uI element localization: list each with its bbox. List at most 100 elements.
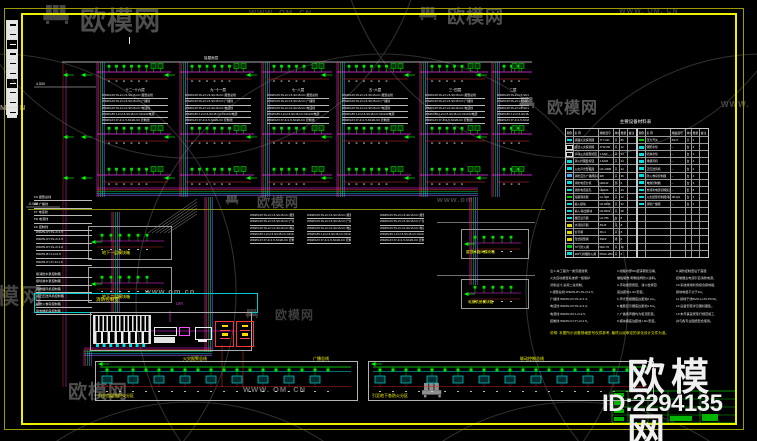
legend-symbol-icon — [567, 160, 572, 163]
legend-symbol-icon — [567, 138, 572, 142]
legend-cell: ZSJZ — [598, 222, 613, 229]
bus-mark — [240, 329, 250, 331]
legend-cell — [638, 222, 645, 228]
legend-cell: 4 — [691, 165, 699, 172]
legend-cell: 感烟火灾探测器 — [573, 137, 598, 144]
legend-cell — [691, 208, 699, 215]
legend-row: 消火栓报警按钮 J-SAM 只 24 — [566, 157, 636, 165]
cad-label: 广播总线 — [313, 356, 329, 361]
legend-cell: 备注 — [699, 129, 707, 137]
legend-row: 湿式报警阀 ZSFZ 组 2 — [566, 235, 636, 243]
legend-cell: FHF-70 — [598, 243, 613, 250]
legend-symbol-icon — [567, 209, 572, 213]
legend-cell: 70℃防火阀 — [573, 243, 598, 250]
legend-cell: 32 — [619, 200, 627, 208]
legend-cell — [699, 215, 708, 222]
legend-cell — [627, 172, 636, 179]
legend-cell — [627, 243, 636, 250]
bus-mark — [219, 338, 230, 339]
spec-line: WDZN-KYJY-4×1.5-SC20-CC 控制线 — [380, 238, 424, 245]
legend-symbol-icon — [566, 152, 573, 157]
legend-cell — [699, 243, 708, 250]
legend-symbol-icon — [567, 174, 572, 177]
note-line: 广播线:WDZN-RYJS-2×1.5, — [550, 297, 589, 302]
legend-symbol-icon — [567, 252, 572, 255]
annotation-line: 接电梯机房控制箱 — [36, 308, 92, 316]
note-line: 9.消防控制室设于首层, — [676, 269, 708, 273]
legend-cell — [566, 173, 573, 179]
cad-label: 联动控制总线 — [520, 356, 544, 361]
legend-cell: JTY-GD — [598, 137, 613, 144]
annotation-line: WDZN-KYJY-4×1.5 — [36, 259, 92, 267]
cad-label: 地下一层模块箱 — [102, 250, 130, 255]
legend-cell: 输入模块 — [573, 200, 598, 208]
legend-cell: 防火卷帘控制器 — [645, 172, 670, 179]
legend-row — [638, 214, 708, 222]
legend-cell — [638, 236, 645, 242]
legend-cell — [627, 144, 636, 151]
spec-line: WDZN-KYJY-4×1.5-SC20-CC 控制线 — [342, 118, 408, 125]
legend-cell — [566, 215, 573, 221]
elevation-label-top: 4.500 — [36, 82, 45, 86]
legend-cell: 规格型号 — [598, 129, 613, 137]
legend-cell — [699, 151, 708, 158]
interface-module-icon — [179, 327, 190, 336]
annotation-line: FT 电话线 — [34, 209, 92, 217]
note-line: 5.声光警报器底边距地2.2m。 — [617, 297, 658, 302]
module-box — [88, 226, 172, 260]
floor-spec-block: 三~四层 WDZN-RYJS-2×1.5-SC15-CC 报警总线 WDZN-RYJ… — [425, 88, 485, 125]
spec-line: WDZN-KYJY-4×1.5-SC20-CC 控制线 — [497, 118, 529, 125]
module-box — [461, 279, 529, 309]
legend-row: 消防电话分机 HD210 部 6 — [566, 178, 636, 186]
legend-row — [638, 249, 708, 257]
legend-cell: 名 称 — [573, 129, 598, 137]
legend-cell — [638, 201, 645, 207]
legend-cell: GL-100 — [598, 193, 613, 200]
notes-column: 注:1.本工程为一类高层建筑, 火灾自动报警系统按一级保护 对象设计,采用二总线制。… — [550, 268, 594, 325]
legend-half-table: 图例名 称规格型号单位数量备注感烟火灾探测器JTY-GD只86感温火灾探测器JT… — [565, 128, 637, 258]
legend-cell — [691, 236, 699, 243]
legend-cell — [670, 208, 685, 215]
note-line: 底边距地1.3m安装。 — [617, 290, 646, 295]
legend-row — [638, 228, 708, 236]
annotation-line: WDZN-RYJS-2×1.5 — [36, 236, 92, 244]
legend-row: 火灾报警控制器(联动型)JB-QG台1 — [638, 192, 708, 200]
legend-cell: 消防电话分机 — [573, 179, 598, 186]
legend-cell: 24 — [619, 186, 627, 193]
legend-symbol-icon — [639, 202, 644, 206]
legend-cell: 喷淋水泵 — [645, 151, 670, 158]
signoff-cell — [7, 69, 17, 80]
legend-cell — [699, 229, 708, 236]
legend-cell — [691, 229, 699, 236]
signoff-cell — [7, 108, 17, 118]
legend-row: 手动火灾报警按钮 J-SAP 只 24 — [566, 150, 636, 158]
legend-row: 排烟风机 -- 台 4 — [638, 157, 708, 165]
note-line: 2.报警总线:WDZN-RYJS-2×1.5, — [550, 290, 594, 295]
legend-cell: 36 — [619, 172, 627, 179]
note-line: 火灾自动报警系统按一级保护 — [550, 276, 591, 281]
legend-cell — [627, 158, 636, 165]
legend-half-table: 图例名 称规格型号单位数量备注压力开关ZSJY只2消防水泵--台2喷淋水泵--台… — [637, 128, 709, 258]
legend-cell: HJ-756 — [598, 215, 613, 222]
legend-cell: 排烟风机 — [645, 158, 670, 165]
legend-cell: ZSFZ — [598, 236, 613, 243]
annotation-line: FD 电源线 — [34, 216, 92, 224]
legend-cell — [699, 172, 708, 179]
note-line: 6.楼层显示器底边距地1.5m。 — [617, 304, 658, 309]
legend-cell: PFHF-280 — [598, 250, 613, 257]
legend-cell — [638, 251, 645, 257]
legend-row: 喷淋水泵 -- 台 2 — [638, 150, 708, 158]
legend-row: 感温火灾探测器 JTW-ZD 只 12 — [566, 143, 636, 151]
legend-cell — [566, 165, 573, 171]
signoff-mark — [9, 92, 16, 94]
legend-symbol-icon — [567, 188, 572, 192]
legend-cell: -- — [670, 179, 685, 186]
annotation-line: WDZN-RYJS-2×1.0 — [36, 244, 92, 252]
legend-cell — [691, 222, 699, 229]
legend-cell: 图例 — [638, 130, 645, 135]
legend-row — [638, 207, 708, 215]
legend-cell: 输入/输出模块 — [573, 208, 598, 215]
legend-cell — [627, 200, 636, 208]
legend-cell: 消防广播柜 — [645, 200, 670, 208]
legend-row: 火灾声光警报器 HX-100B 只 24 — [566, 164, 636, 172]
